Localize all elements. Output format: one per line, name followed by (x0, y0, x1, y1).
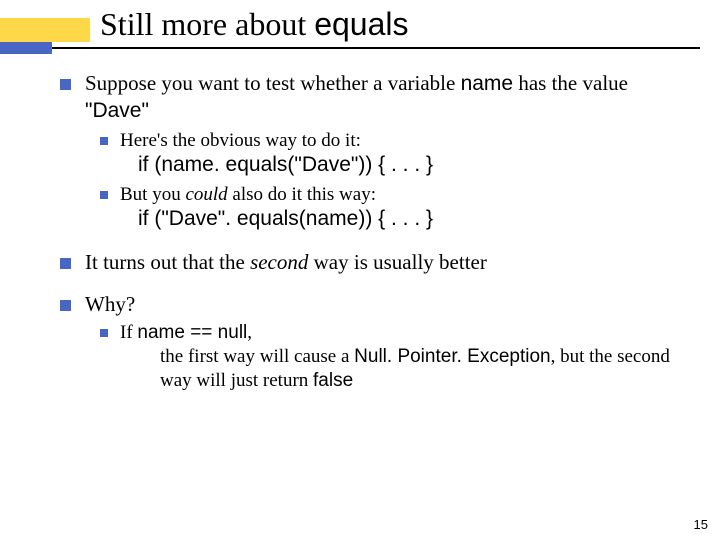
s3-cond: name == null (137, 322, 247, 343)
title-underline (52, 47, 700, 49)
bullet-icon (60, 300, 71, 311)
code-line-1: if (name. equals("Dave")) { . . . } (138, 152, 680, 178)
title-text-code: equals (314, 6, 408, 42)
p1a: Suppose you want to test whether a varia… (85, 71, 461, 95)
bullet-3: Why? (60, 291, 680, 317)
bullet-icon (100, 191, 108, 199)
p2-second: second (250, 250, 308, 274)
sub-bullet-2-text: But you could also do it this way: (120, 183, 376, 207)
title-bar: Still more about equals (0, 0, 720, 54)
sub-bullet-3-wrap: the first way will cause a Null. Pointer… (160, 345, 680, 393)
bullet-icon (100, 329, 108, 337)
title-accent-blue (0, 42, 52, 54)
p1b: has the value (513, 71, 628, 95)
s3b: , (247, 322, 252, 343)
sub-bullet-3: If name == null, the first way will caus… (100, 321, 680, 392)
bullet-icon (60, 258, 71, 269)
bullet-icon (60, 79, 71, 90)
bullet-icon (100, 137, 108, 145)
sub-bullet-1-text: Here's the obvious way to do it: (120, 129, 361, 153)
p2b: way is usually better (308, 250, 486, 274)
bullet-1: Suppose you want to test whether a varia… (60, 70, 680, 125)
bullet-2: It turns out that the second way is usua… (60, 249, 680, 275)
bullet-2-text: It turns out that the second way is usua… (85, 249, 487, 275)
s3-line2a: the first way will cause a (160, 346, 354, 367)
p1-dave: "Dave" (85, 99, 149, 122)
s3a: If (120, 322, 137, 343)
bullet-3-text: Why? (85, 291, 135, 317)
s3-false: false (313, 370, 353, 391)
sub-bullet-1: Here's the obvious way to do it: (100, 129, 680, 153)
title-accent-yellow (0, 18, 90, 42)
code-line-2: if ("Dave". equals(name)) { . . . } (138, 206, 680, 232)
slide-title: Still more about equals (100, 6, 409, 43)
s2a: But you (120, 184, 185, 205)
page-number: 15 (694, 517, 708, 532)
sub-bullet-2: But you could also do it this way: (100, 183, 680, 207)
p1-name: name (461, 72, 514, 95)
bullet-1-text: Suppose you want to test whether a varia… (85, 70, 680, 125)
s2b: also do it this way: (228, 184, 376, 205)
s3-npe: Null. Pointer. Exception (354, 346, 550, 367)
sub-bullet-3-text: If name == null, the first way will caus… (120, 321, 680, 392)
p2a: It turns out that the (85, 250, 250, 274)
slide-content: Suppose you want to test whether a varia… (0, 70, 720, 392)
title-text-pre: Still more about (100, 6, 314, 42)
s2-could: could (185, 184, 227, 205)
